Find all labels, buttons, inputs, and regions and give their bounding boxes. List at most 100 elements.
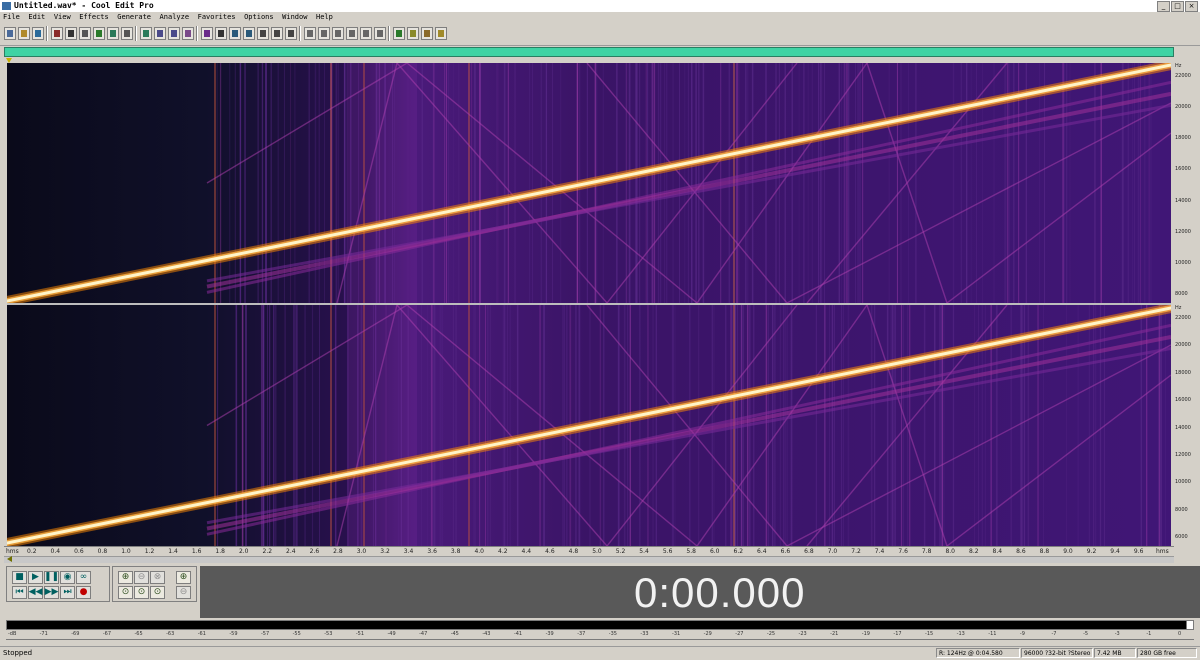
menu-edit[interactable]: Edit — [25, 12, 48, 23]
spectral-view-icon — [246, 30, 252, 37]
meter-scale-label: -15 — [925, 631, 934, 637]
zoom-left-edge-button[interactable]: ⊙ — [134, 586, 149, 599]
spectral-view-left-channel[interactable] — [7, 63, 1171, 303]
status-cursor-readout: R: 124Hz @ 0:04.580 — [936, 648, 1020, 658]
meter-scale-label: -31 — [672, 631, 681, 637]
paste-new-button[interactable] — [107, 27, 119, 40]
mix-paste-button[interactable] — [140, 27, 152, 40]
waveform-overview-bar[interactable] — [4, 47, 1174, 57]
skip-back-icon: ⏮ — [15, 587, 24, 597]
zoom-in-horizontal-button[interactable]: ⊕ — [118, 571, 133, 584]
time-tick-label: 7.8 — [921, 548, 932, 555]
undo-button[interactable] — [154, 27, 166, 40]
play-button[interactable]: ▶ — [28, 571, 43, 584]
copy-button[interactable] — [79, 27, 91, 40]
time-tick-label: 8.8 — [1039, 548, 1050, 555]
tool-f-button[interactable] — [374, 27, 386, 40]
save-file-button[interactable] — [32, 27, 44, 40]
menu-favorites[interactable]: Favorites — [195, 12, 239, 23]
zoom-right-edge-button[interactable]: ⊙ — [150, 586, 165, 599]
zoom-full-button[interactable]: ⊗ — [150, 571, 165, 584]
cut-button[interactable] — [65, 27, 77, 40]
edit-view-button[interactable] — [215, 27, 227, 40]
edit-view-icon — [218, 30, 224, 37]
meter-scale-label: -53 — [324, 631, 333, 637]
zoom-right-icon: ⊙ — [153, 587, 162, 597]
meter-scale-label: -25 — [766, 631, 776, 637]
meter-scale-label: -17 — [893, 631, 902, 637]
toolbar — [0, 23, 1200, 46]
transport-panel: ■ ▶ ❚❚ ◉ ∞ ⏮ ◀◀ ▶▶ ⏭ ● — [6, 566, 110, 602]
meter-scale-label: -47 — [419, 631, 428, 637]
fast-forward-button[interactable]: ▶▶ — [44, 586, 59, 599]
status-file-size: 7.42 MB — [1094, 648, 1136, 658]
pause-button[interactable]: ❚❚ — [44, 571, 59, 584]
loop-button[interactable]: ∞ — [76, 571, 91, 584]
tool-c-button[interactable] — [332, 27, 344, 40]
tool-d-button[interactable] — [346, 27, 358, 40]
menu-window[interactable]: Window — [279, 12, 310, 23]
go-to-start-button[interactable]: ⏮ — [12, 586, 27, 599]
stop-button[interactable]: ■ — [12, 571, 27, 584]
time-tick-label: 9.6 — [1133, 548, 1144, 555]
horizontal-scrollbar[interactable] — [4, 556, 1174, 563]
level-meter-bar — [6, 620, 1194, 630]
snap-button[interactable] — [257, 27, 269, 40]
record-button[interactable]: ● — [76, 586, 91, 599]
tool-g-button[interactable] — [393, 27, 405, 40]
go-to-end-button[interactable]: ⏭ — [60, 586, 75, 599]
minimize-icon[interactable]: _ — [1157, 1, 1170, 12]
menu-analyze[interactable]: Analyze — [157, 12, 193, 23]
help-button[interactable] — [435, 27, 447, 40]
spectral-view-button[interactable] — [243, 27, 255, 40]
menu-help[interactable]: Help — [313, 12, 336, 23]
rewind-button[interactable]: ◀◀ — [28, 586, 43, 599]
meter-scale-label: -35 — [608, 631, 617, 637]
time-ruler[interactable]: hms 0.2 0.4 0.6 0.8 1.0 1.2 1.4 1.6 1.8 2.0 2.2 2.4 2… — [4, 546, 1174, 556]
tool-i-button[interactable] — [421, 27, 433, 40]
tool-b-button[interactable] — [318, 27, 330, 40]
menu-file[interactable]: File — [0, 12, 23, 23]
zoom-out-horizontal-button[interactable]: ⊖ — [134, 571, 149, 584]
maximize-icon[interactable]: □ — [1171, 1, 1184, 12]
repeat-button[interactable] — [182, 27, 194, 40]
play-to-end-button[interactable]: ◉ — [60, 571, 75, 584]
time-tick-label: 3.4 — [403, 548, 414, 555]
hz-tick-label: 14000 — [1175, 197, 1191, 204]
spectral-view-right-channel[interactable] — [7, 305, 1171, 546]
waveform-view-button[interactable] — [229, 27, 241, 40]
menu-effects[interactable]: Effects — [76, 12, 112, 23]
time-tick-label: 7.2 — [851, 548, 861, 555]
time-tick-label: 6.6 — [780, 548, 791, 555]
level-meter-clip-indicator[interactable] — [1186, 620, 1194, 630]
info-icon — [274, 30, 280, 37]
paste-button[interactable] — [93, 27, 105, 40]
zoom-icon — [288, 30, 294, 37]
tool-c-icon — [335, 30, 341, 37]
open-file-button[interactable] — [18, 27, 30, 40]
toolbar-separator — [299, 26, 301, 41]
snap-icon — [260, 30, 266, 37]
tool-a-button[interactable] — [304, 27, 316, 40]
scroll-left-icon[interactable] — [7, 556, 12, 562]
close-file-button[interactable] — [51, 27, 63, 40]
multitrack-view-button[interactable] — [201, 27, 213, 40]
zoom-in-vertical-button[interactable]: ⊕ — [176, 571, 191, 584]
time-tick-label: 2.8 — [333, 548, 343, 555]
menu-generate[interactable]: Generate — [114, 12, 154, 23]
menu-options[interactable]: Options — [241, 12, 277, 23]
tool-h-button[interactable] — [407, 27, 419, 40]
zoom-out-vertical-button[interactable]: ⊖ — [176, 586, 191, 599]
info-button[interactable] — [271, 27, 283, 40]
redo-button[interactable] — [168, 27, 180, 40]
trim-button[interactable] — [121, 27, 133, 40]
close-icon[interactable]: × — [1185, 1, 1198, 12]
multitrack-view-icon — [204, 30, 210, 37]
tool-e-button[interactable] — [360, 27, 372, 40]
menu-view[interactable]: View — [51, 12, 74, 23]
new-file-button[interactable] — [4, 27, 16, 40]
hz-tick-label: 16000 — [1175, 397, 1191, 404]
paste-new-icon — [110, 30, 116, 37]
zoom-button[interactable] — [285, 27, 297, 40]
zoom-to-selection-button[interactable]: ⊙ — [118, 586, 133, 599]
